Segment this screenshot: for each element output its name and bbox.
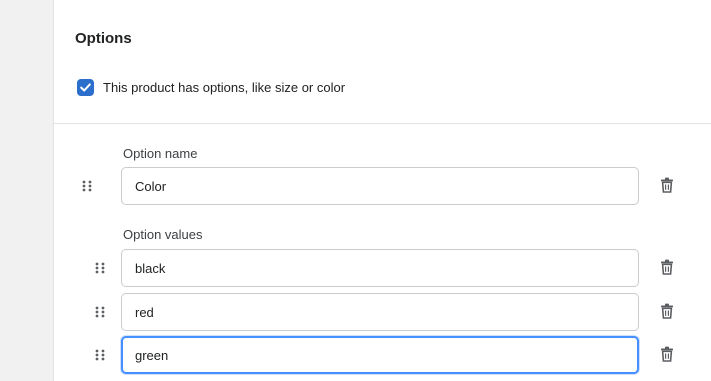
trash-icon[interactable] (660, 177, 674, 193)
drag-handle-icon[interactable] (94, 349, 106, 361)
option-value-input-1[interactable] (121, 249, 639, 287)
has-options-checkbox[interactable] (77, 79, 94, 96)
page: Options This product has options, like s… (0, 0, 711, 381)
drag-handle-icon[interactable] (94, 306, 106, 318)
drag-handle-icon[interactable] (94, 262, 106, 274)
drag-handle-icon[interactable] (81, 180, 93, 192)
option-name-label: Option name (123, 146, 198, 161)
trash-icon[interactable] (660, 259, 674, 275)
option-value-input-3[interactable] (121, 336, 639, 374)
checkmark-icon (80, 83, 91, 92)
has-options-checkbox-row[interactable]: This product has options, like size or c… (77, 79, 345, 96)
trash-icon[interactable] (660, 303, 674, 319)
options-card: Options This product has options, like s… (53, 0, 711, 381)
has-options-label: This product has options, like size or c… (103, 80, 346, 95)
trash-icon[interactable] (660, 346, 674, 362)
option-value-input-2[interactable] (121, 293, 639, 331)
option-values-label: Option values (123, 227, 203, 242)
options-title: Options (75, 30, 132, 47)
options-header-section: Options This product has options, like s… (54, 0, 711, 124)
option-name-input[interactable] (121, 167, 639, 205)
